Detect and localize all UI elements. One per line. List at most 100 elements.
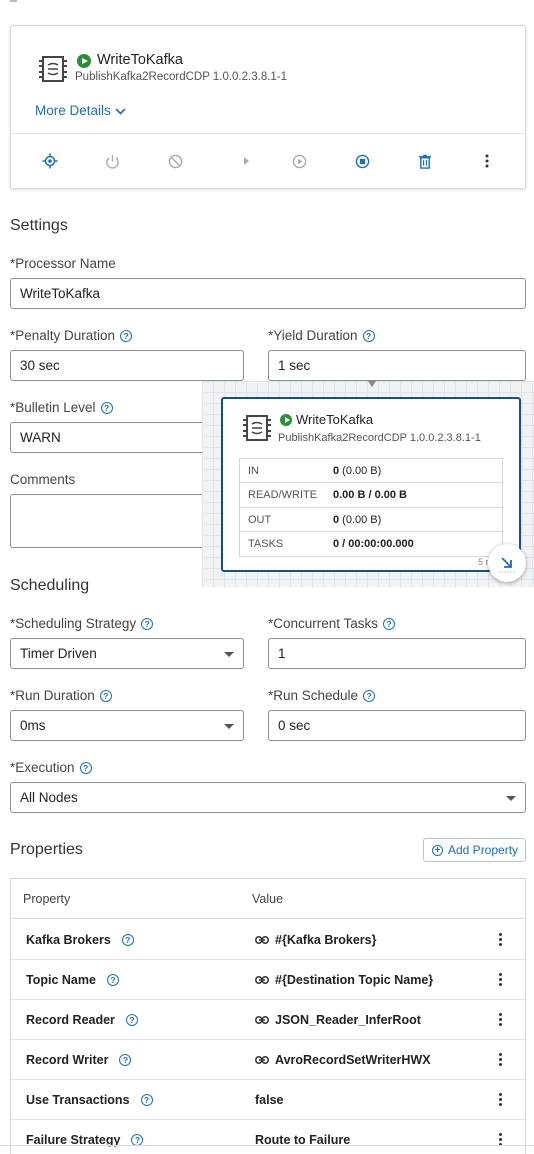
penalty-duration-input[interactable]: 30 sec <box>10 350 244 381</box>
help-icon[interactable]: ? <box>140 1094 153 1106</box>
property-value-text: #{Kafka Brokers} <box>275 933 377 947</box>
stats-key: TASKS <box>248 537 284 550</box>
help-icon[interactable]: ? <box>106 974 119 986</box>
execution-select[interactable]: All Nodes <box>10 782 526 813</box>
property-value-text: #{Destination Topic Name} <box>275 973 434 987</box>
stats-value-rest: (0.00 B) <box>339 513 382 526</box>
help-icon[interactable]: ? <box>383 618 396 630</box>
properties-title: Properties <box>10 841 83 858</box>
add-property-button[interactable]: Add Property <box>423 838 526 862</box>
help-icon[interactable]: ? <box>141 618 154 630</box>
property-value[interactable]: #{Kafka Brokers} <box>255 933 376 947</box>
stats-value-main: 0 / 00:00:00.000 <box>333 537 414 550</box>
help-icon[interactable]: ? <box>125 1014 138 1026</box>
scheduling-title: Scheduling <box>10 577 90 594</box>
help-icon[interactable]: ? <box>362 330 375 342</box>
property-value[interactable]: #{Destination Topic Name} <box>255 973 433 987</box>
help-icon[interactable]: ? <box>99 690 112 702</box>
property-name: Topic Name? <box>26 973 119 987</box>
concurrent-tasks-label: *Concurrent Tasks? <box>268 616 396 631</box>
expand-canvas-button[interactable] <box>488 544 526 582</box>
scheduling-strategy-select[interactable]: Timer Driven <box>10 638 244 669</box>
table-row[interactable]: Record Writer? AvroRecordSetWriterHWX <box>11 1040 525 1080</box>
run-schedule-label: *Run Schedule? <box>268 688 376 703</box>
table-row[interactable]: Kafka Brokers? #{Kafka Brokers} <box>11 920 525 960</box>
stats-value: 0 (0.00 B) <box>333 465 381 477</box>
processor-icon <box>39 56 67 82</box>
concurrent-tasks-label-text: *Concurrent Tasks <box>268 616 379 631</box>
step-icon[interactable] <box>237 151 257 171</box>
stats-row: IN 0 (0.00 B) <box>240 459 502 484</box>
run-schedule-label-text: *Run Schedule <box>268 688 359 703</box>
more-icon[interactable] <box>499 1053 503 1067</box>
processor-name-label: *Processor Name <box>10 256 116 271</box>
property-name-text: Record Writer <box>26 1053 109 1067</box>
properties-table: Property Value Kafka Brokers? #{Kafka Bro… <box>10 878 526 1154</box>
concurrent-tasks-input[interactable]: 1 <box>268 638 526 669</box>
canvas-preview-overlay: WriteToKafka PublishKafka2RecordCDP 1.0.… <box>202 381 534 587</box>
link-icon <box>255 1013 269 1024</box>
stats-value: 0 (0.00 B) <box>333 514 381 526</box>
add-circle-icon <box>432 844 443 856</box>
more-icon[interactable] <box>499 973 503 987</box>
property-value-text: false <box>255 1093 284 1107</box>
stop-icon[interactable] <box>352 151 372 171</box>
help-icon[interactable]: ? <box>79 762 92 774</box>
processor-name-input[interactable]: WriteToKafka <box>10 278 526 309</box>
property-value[interactable]: AvroRecordSetWriterHWX <box>255 1053 431 1067</box>
stats-value-rest: (0.00 B) <box>339 465 382 477</box>
property-name-text: Topic Name <box>26 973 96 987</box>
link-icon <box>255 933 269 944</box>
more-icon[interactable] <box>499 1093 503 1107</box>
property-name-text: Record Reader <box>26 1013 115 1027</box>
yield-duration-input[interactable]: 1 sec <box>268 350 526 381</box>
node-processor-type: PublishKafka2RecordCDP 1.0.0.2.3.8.1-1 <box>278 432 481 444</box>
table-header: Property Value <box>11 879 525 919</box>
table-row[interactable]: Topic Name? #{Destination Topic Name} <box>11 960 525 1000</box>
arrow-down-right-icon <box>498 557 515 573</box>
link-icon <box>255 973 269 984</box>
help-icon[interactable]: ? <box>363 690 376 702</box>
bottom-divider <box>0 1145 534 1146</box>
start-icon[interactable] <box>289 151 309 171</box>
column-header-value: Value <box>252 892 284 906</box>
help-icon[interactable]: ? <box>121 934 134 946</box>
stats-value-main: 0.00 B / 0.00 B <box>333 489 407 502</box>
delete-icon[interactable] <box>415 151 435 171</box>
property-value-text: JSON_Reader_InferRoot <box>275 1013 421 1027</box>
run-schedule-input[interactable]: 0 sec <box>268 710 526 741</box>
property-name: Record Writer? <box>26 1053 132 1067</box>
node-processor-name: WriteToKafka <box>296 412 374 427</box>
table-row[interactable]: Record Reader? JSON_Reader_InferRoot <box>11 1000 525 1040</box>
property-value[interactable]: false <box>255 1093 284 1107</box>
run-duration-select[interactable]: 0ms <box>10 710 244 741</box>
more-icon[interactable] <box>499 933 503 947</box>
table-row[interactable]: Use Transactions? false <box>11 1080 525 1120</box>
settings-title: Settings <box>10 217 68 234</box>
power-icon[interactable] <box>102 151 122 171</box>
disable-icon[interactable] <box>165 151 185 171</box>
property-value-text: AvroRecordSetWriterHWX <box>275 1053 431 1067</box>
canvas-processor-node[interactable]: WriteToKafka PublishKafka2RecordCDP 1.0.… <box>221 397 521 572</box>
more-details-toggle[interactable]: More Details <box>35 103 126 118</box>
running-status-icon <box>280 414 292 426</box>
stats-key: READ/WRITE <box>248 489 318 502</box>
locate-icon[interactable] <box>40 151 60 171</box>
property-name: Use Transactions? <box>26 1093 153 1107</box>
bulletin-level-label: *Bulletin Level? <box>10 400 113 415</box>
node-corner-text: 5 r <box>478 557 489 567</box>
add-property-label: Add Property <box>448 843 519 857</box>
top-edge-marker <box>10 0 17 2</box>
more-icon[interactable] <box>477 151 497 171</box>
table-row[interactable]: Failure Strategy? Route to Failure <box>11 1120 525 1154</box>
processor-summary-card: WriteToKafka PublishKafka2RecordCDP 1.0.… <box>10 25 526 189</box>
help-icon[interactable]: ? <box>100 402 113 414</box>
comments-label: Comments <box>10 472 76 487</box>
column-header-property: Property <box>23 892 71 906</box>
stats-row: TASKS 0 / 00:00:00.000 <box>240 532 502 556</box>
more-icon[interactable] <box>499 1013 503 1027</box>
property-value[interactable]: JSON_Reader_InferRoot <box>255 1013 421 1027</box>
help-icon[interactable]: ? <box>119 1054 132 1066</box>
penalty-duration-label-text: *Penalty Duration <box>10 328 116 343</box>
help-icon[interactable]: ? <box>120 330 133 342</box>
